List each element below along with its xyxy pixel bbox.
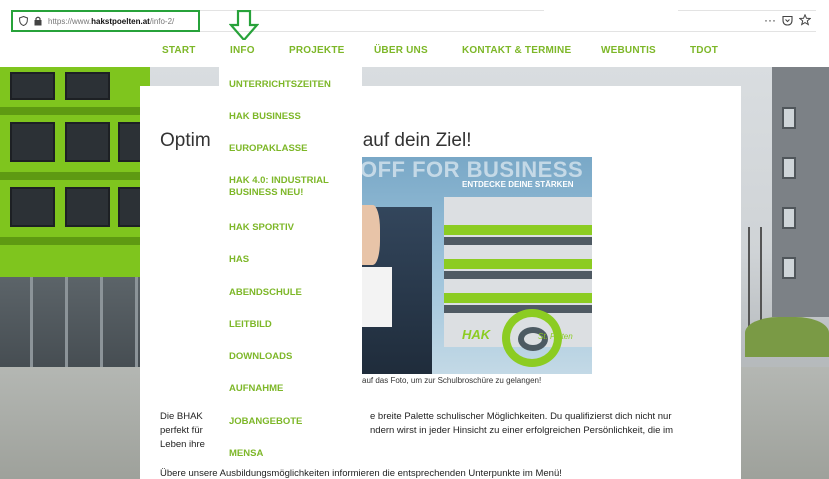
brochure-promo-image[interactable]: OFF FOR BUSINESS ENTDECKE DEINE STÄRKEN … <box>362 157 592 374</box>
dropdown-item-hak-business[interactable]: HAK BUSINESS <box>229 111 349 123</box>
image-caption: auf das Foto, um zur Schulbroschüre zu g… <box>362 376 542 385</box>
nav-item-projekte[interactable]: PROJEKTE <box>289 45 345 56</box>
dropdown-item-downloads[interactable]: DOWNLOADS <box>229 351 349 363</box>
promo-subtitle: ENTDECKE DEINE STÄRKEN <box>462 180 574 189</box>
address-bar-field[interactable] <box>200 10 816 32</box>
dropdown-item-leitbild[interactable]: LEITBILD <box>229 319 349 331</box>
hak-logo-text: HAK <box>462 327 491 342</box>
building-right <box>772 67 829 317</box>
dropdown-item-aufnahme[interactable]: AUFNAHME <box>229 383 349 395</box>
main-navigation: START INFO PROJEKTE ÜBER UNS KONTAKT & T… <box>0 40 829 67</box>
nav-item-ueber-uns[interactable]: ÜBER UNS <box>374 45 428 56</box>
dropdown-item-mensa[interactable]: MENSA <box>229 448 349 460</box>
hak-logo-city: St. Pölten <box>538 332 573 341</box>
url-bar[interactable]: https://www.hakstpoelten.at/info-2/ <box>11 10 200 32</box>
arrow-down-icon <box>229 10 259 42</box>
url-text[interactable]: https://www.hakstpoelten.at/info-2/ <box>48 17 174 26</box>
dropdown-item-abendschule[interactable]: ABENDSCHULE <box>229 287 349 299</box>
dropdown-item-hak-sportiv[interactable]: HAK SPORTIV <box>229 222 349 234</box>
more-menu-icon[interactable]: ··· <box>764 13 776 27</box>
dropdown-item-unterrichtszeiten[interactable]: UNTERRICHTSZEITEN <box>229 79 349 91</box>
toolbar-icons: ··· <box>764 13 811 27</box>
lock-icon[interactable] <box>34 16 42 26</box>
nav-item-webuntis[interactable]: WEBUNTIS <box>601 45 656 56</box>
dropdown-item-has[interactable]: HAS <box>229 254 349 266</box>
shield-icon[interactable] <box>19 16 28 26</box>
nav-item-tdot[interactable]: TDOT <box>690 45 718 56</box>
star-icon[interactable] <box>799 14 811 26</box>
nav-item-start[interactable]: START <box>162 45 196 56</box>
pocket-icon[interactable] <box>782 15 793 26</box>
nav-item-info[interactable]: INFO <box>230 45 255 56</box>
nav-item-kontakt-termine[interactable]: KONTAKT & TERMINE <box>462 45 571 56</box>
info-dropdown-menu: UNTERRICHTSZEITEN HAK BUSINESS EUROPAKLA… <box>219 67 362 467</box>
menu-hint-text: Übere unsere Ausbildungsmöglichkeiten in… <box>160 468 562 479</box>
dropdown-item-jobangebote[interactable]: JOBANGEBOTE <box>229 416 349 428</box>
dropdown-item-hak-4-0[interactable]: HAK 4.0: INDUSTRIAL BUSINESS NEU! <box>229 175 349 199</box>
dropdown-item-europaklasse[interactable]: EUROPAKLASSE <box>229 143 349 155</box>
shrub <box>745 317 829 357</box>
browser-toolbar: https://www.hakstpoelten.at/info-2/ ··· <box>0 0 829 40</box>
